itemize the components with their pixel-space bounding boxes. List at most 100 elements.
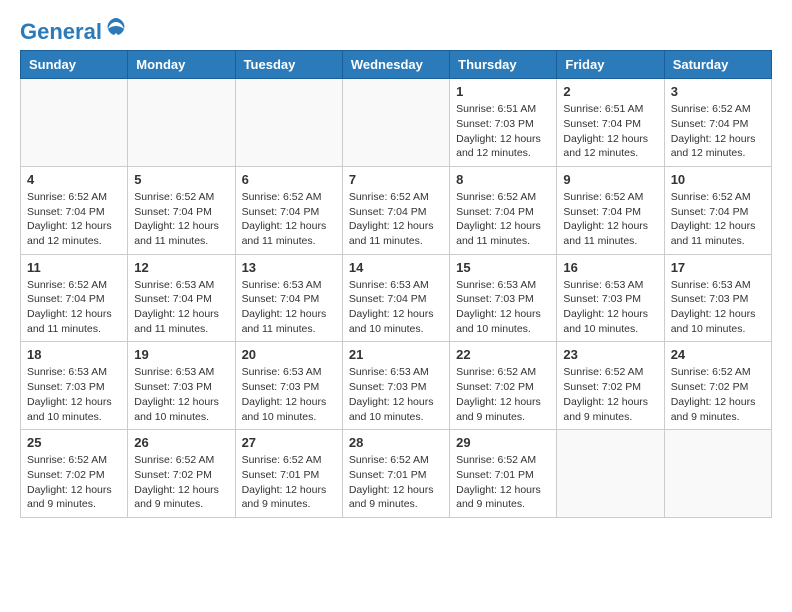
calendar-cell: 20 Sunrise: 6:53 AMSunset: 7:03 PMDayligh… (235, 342, 342, 430)
calendar-cell: 1 Sunrise: 6:51 AMSunset: 7:03 PMDaylight… (450, 79, 557, 167)
weekday-header-sunday: Sunday (21, 51, 128, 79)
weekday-header-friday: Friday (557, 51, 664, 79)
calendar-cell: 18Sunrise: 6:53 AMSunset: 7:03 PMDayligh… (21, 342, 128, 430)
weekday-header-wednesday: Wednesday (342, 51, 449, 79)
day-info: Sunrise: 6:53 AMSunset: 7:04 PMDaylight:… (242, 278, 336, 337)
day-info: Sunrise: 6:52 AMSunset: 7:04 PMDaylight:… (671, 190, 765, 249)
day-info: Sunrise: 6:53 AMSunset: 7:04 PMDaylight:… (349, 278, 443, 337)
day-number: 14 (349, 260, 443, 275)
day-number: 10 (671, 172, 765, 187)
day-info: Sunrise: 6:51 AMSunset: 7:03 PMDaylight:… (456, 102, 550, 161)
calendar-cell: 12 Sunrise: 6:53 AMSunset: 7:04 PMDayligh… (128, 254, 235, 342)
calendar-cell (128, 79, 235, 167)
day-info: Sunrise: 6:53 AMSunset: 7:03 PMDaylight:… (27, 365, 121, 424)
day-info: Sunrise: 6:52 AMSunset: 7:04 PMDaylight:… (671, 102, 765, 161)
calendar-cell: 21 Sunrise: 6:53 AMSunset: 7:03 PMDayligh… (342, 342, 449, 430)
day-info: Sunrise: 6:52 AMSunset: 7:02 PMDaylight:… (27, 453, 121, 512)
calendar-cell (342, 79, 449, 167)
day-info: Sunrise: 6:52 AMSunset: 7:02 PMDaylight:… (563, 365, 657, 424)
day-number: 3 (671, 84, 765, 99)
weekday-header-monday: Monday (128, 51, 235, 79)
calendar-cell: 23 Sunrise: 6:52 AMSunset: 7:02 PMDayligh… (557, 342, 664, 430)
calendar-cell: 5Sunrise: 6:52 AMSunset: 7:04 PMDaylight… (128, 166, 235, 254)
calendar-week-row: 1 Sunrise: 6:51 AMSunset: 7:03 PMDaylight… (21, 79, 772, 167)
day-info: Sunrise: 6:53 AMSunset: 7:03 PMDaylight:… (134, 365, 228, 424)
weekday-header-row: SundayMondayTuesdayWednesdayThursdayFrid… (21, 51, 772, 79)
calendar-cell (21, 79, 128, 167)
calendar-cell: 8 Sunrise: 6:52 AMSunset: 7:04 PMDaylight… (450, 166, 557, 254)
calendar-cell: 10 Sunrise: 6:52 AMSunset: 7:04 PMDayligh… (664, 166, 771, 254)
day-info: Sunrise: 6:52 AMSunset: 7:02 PMDaylight:… (134, 453, 228, 512)
calendar-cell: 16 Sunrise: 6:53 AMSunset: 7:03 PMDayligh… (557, 254, 664, 342)
calendar-week-row: 25 Sunrise: 6:52 AMSunset: 7:02 PMDayligh… (21, 430, 772, 518)
day-info: Sunrise: 6:53 AMSunset: 7:04 PMDaylight:… (134, 278, 228, 337)
day-number: 20 (242, 347, 336, 362)
calendar-cell: 11 Sunrise: 6:52 AMSunset: 7:04 PMDayligh… (21, 254, 128, 342)
page-header: General (20, 20, 772, 40)
day-info: Sunrise: 6:52 AMSunset: 7:01 PMDaylight:… (456, 453, 550, 512)
day-info: Sunrise: 6:52 AMSunset: 7:04 PMDaylight:… (456, 190, 550, 249)
day-number: 7 (349, 172, 443, 187)
day-number: 6 (242, 172, 336, 187)
day-number: 24 (671, 347, 765, 362)
calendar-cell: 25 Sunrise: 6:52 AMSunset: 7:02 PMDayligh… (21, 430, 128, 518)
calendar-cell: 14 Sunrise: 6:53 AMSunset: 7:04 PMDayligh… (342, 254, 449, 342)
day-number: 11 (27, 260, 121, 275)
day-info: Sunrise: 6:52 AMSunset: 7:04 PMDaylight:… (134, 190, 228, 249)
day-number: 2 (563, 84, 657, 99)
day-info: Sunrise: 6:51 AMSunset: 7:04 PMDaylight:… (563, 102, 657, 161)
calendar-cell: 4 Sunrise: 6:52 AMSunset: 7:04 PMDaylight… (21, 166, 128, 254)
calendar-cell: 15Sunrise: 6:53 AMSunset: 7:03 PMDayligh… (450, 254, 557, 342)
day-info: Sunrise: 6:52 AMSunset: 7:04 PMDaylight:… (563, 190, 657, 249)
day-number: 22 (456, 347, 550, 362)
day-info: Sunrise: 6:52 AMSunset: 7:04 PMDaylight:… (27, 190, 121, 249)
day-number: 26 (134, 435, 228, 450)
day-number: 28 (349, 435, 443, 450)
calendar-week-row: 11 Sunrise: 6:52 AMSunset: 7:04 PMDayligh… (21, 254, 772, 342)
day-number: 17 (671, 260, 765, 275)
day-number: 23 (563, 347, 657, 362)
calendar-cell: 29 Sunrise: 6:52 AMSunset: 7:01 PMDayligh… (450, 430, 557, 518)
day-info: Sunrise: 6:53 AMSunset: 7:03 PMDaylight:… (671, 278, 765, 337)
calendar-cell: 26 Sunrise: 6:52 AMSunset: 7:02 PMDayligh… (128, 430, 235, 518)
day-info: Sunrise: 6:52 AMSunset: 7:01 PMDaylight:… (242, 453, 336, 512)
day-number: 1 (456, 84, 550, 99)
day-number: 4 (27, 172, 121, 187)
calendar-week-row: 18Sunrise: 6:53 AMSunset: 7:03 PMDayligh… (21, 342, 772, 430)
weekday-header-tuesday: Tuesday (235, 51, 342, 79)
day-info: Sunrise: 6:52 AMSunset: 7:02 PMDaylight:… (671, 365, 765, 424)
calendar-cell: 27 Sunrise: 6:52 AMSunset: 7:01 PMDayligh… (235, 430, 342, 518)
weekday-header-saturday: Saturday (664, 51, 771, 79)
calendar-cell (235, 79, 342, 167)
day-number: 29 (456, 435, 550, 450)
day-info: Sunrise: 6:52 AMSunset: 7:01 PMDaylight:… (349, 453, 443, 512)
logo-bird-icon (104, 15, 128, 39)
calendar-cell: 28 Sunrise: 6:52 AMSunset: 7:01 PMDayligh… (342, 430, 449, 518)
day-info: Sunrise: 6:52 AMSunset: 7:02 PMDaylight:… (456, 365, 550, 424)
logo: General (20, 20, 128, 40)
day-number: 16 (563, 260, 657, 275)
day-info: Sunrise: 6:52 AMSunset: 7:04 PMDaylight:… (27, 278, 121, 337)
day-number: 15 (456, 260, 550, 275)
day-number: 19 (134, 347, 228, 362)
weekday-header-thursday: Thursday (450, 51, 557, 79)
calendar-cell (557, 430, 664, 518)
day-number: 21 (349, 347, 443, 362)
day-info: Sunrise: 6:53 AMSunset: 7:03 PMDaylight:… (242, 365, 336, 424)
day-number: 25 (27, 435, 121, 450)
calendar-cell: 13 Sunrise: 6:53 AMSunset: 7:04 PMDayligh… (235, 254, 342, 342)
calendar-cell: 17 Sunrise: 6:53 AMSunset: 7:03 PMDayligh… (664, 254, 771, 342)
day-info: Sunrise: 6:53 AMSunset: 7:03 PMDaylight:… (563, 278, 657, 337)
calendar-cell (664, 430, 771, 518)
day-number: 27 (242, 435, 336, 450)
day-number: 12 (134, 260, 228, 275)
calendar-week-row: 4 Sunrise: 6:52 AMSunset: 7:04 PMDaylight… (21, 166, 772, 254)
day-info: Sunrise: 6:53 AMSunset: 7:03 PMDaylight:… (349, 365, 443, 424)
calendar-cell: 6Sunrise: 6:52 AMSunset: 7:04 PMDaylight… (235, 166, 342, 254)
calendar-cell: 3 Sunrise: 6:52 AMSunset: 7:04 PMDaylight… (664, 79, 771, 167)
day-number: 13 (242, 260, 336, 275)
calendar-cell: 7Sunrise: 6:52 AMSunset: 7:04 PMDaylight… (342, 166, 449, 254)
day-number: 8 (456, 172, 550, 187)
calendar-cell: 2 Sunrise: 6:51 AMSunset: 7:04 PMDaylight… (557, 79, 664, 167)
calendar-cell: 24 Sunrise: 6:52 AMSunset: 7:02 PMDayligh… (664, 342, 771, 430)
